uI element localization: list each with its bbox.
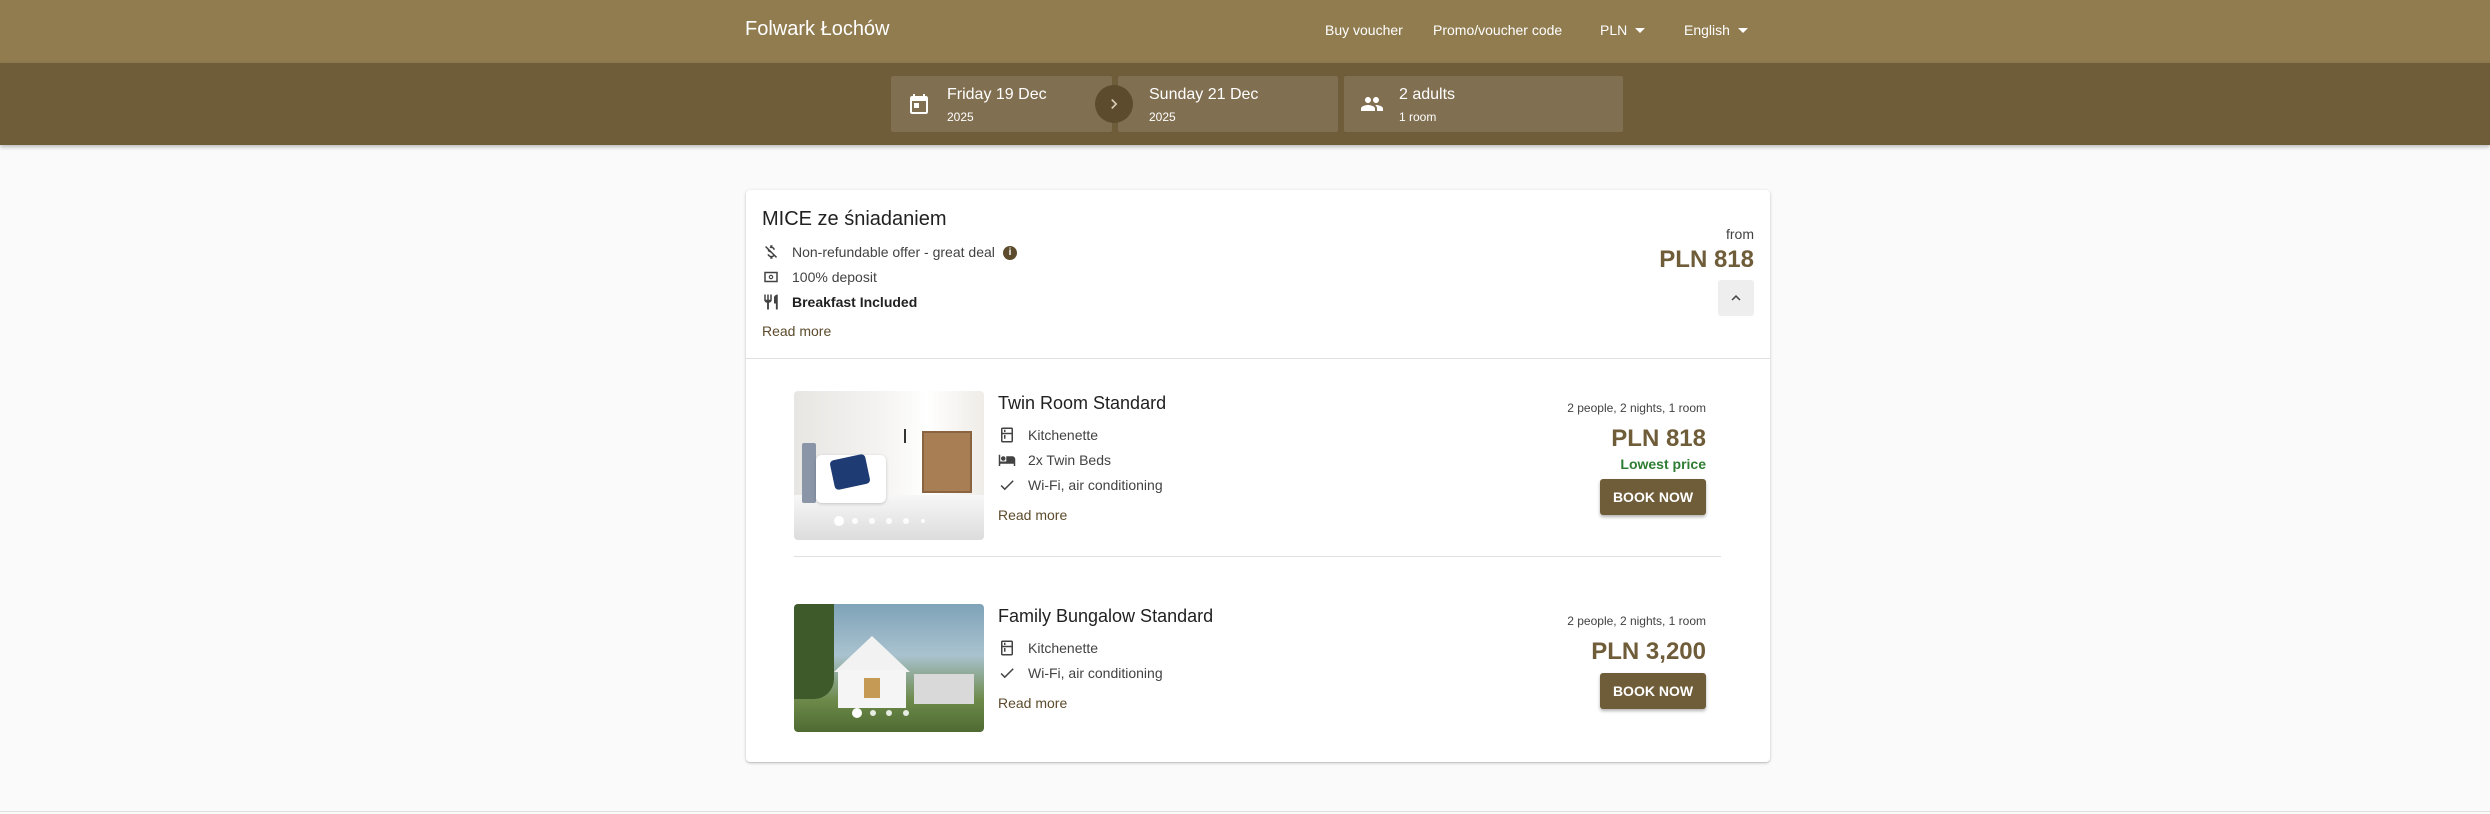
info-icon[interactable]: i [1003, 246, 1017, 260]
offer-price: PLN 818 [1659, 246, 1754, 273]
room-divider [794, 556, 1721, 557]
offer-feature-text: Breakfast Included [792, 294, 918, 310]
tree-shape [794, 604, 834, 699]
promo-code-link[interactable]: Promo/voucher code [1433, 22, 1562, 38]
room-feature-text: Kitchenette [1028, 427, 1099, 443]
room-read-more-link[interactable]: Read more [998, 507, 1067, 523]
book-now-button[interactable]: BOOK NOW [1600, 673, 1706, 709]
neighbour-house-shape [914, 674, 974, 704]
book-now-button[interactable]: BOOK NOW [1600, 479, 1706, 515]
footer-divider [0, 811, 2490, 812]
brand-name[interactable]: Folwark Łochów [745, 18, 890, 41]
offer-feature-text: Non-refundable offer - great deal [792, 244, 995, 260]
currency-label: PLN [1600, 22, 1628, 38]
top-bar: Folwark Łochów Buy voucher Promo/voucher… [0, 0, 2490, 63]
no-money-back-icon [765, 245, 778, 259]
carousel-dot-active[interactable] [834, 516, 844, 526]
fork-knife-icon [764, 294, 778, 310]
shelf-shape [922, 431, 972, 493]
chevron-up-icon [1731, 295, 1741, 301]
roof-shape [834, 636, 910, 672]
check-icon [1000, 668, 1014, 679]
offer-title: MICE ze śniadaniem [762, 208, 947, 230]
room-feature-text: Wi-Fi, air conditioning [1028, 477, 1163, 493]
cash-deposit-icon [764, 271, 778, 283]
carousel-dot[interactable] [903, 710, 909, 716]
window-shape [864, 678, 880, 698]
carousel-dot-active[interactable] [852, 708, 862, 718]
room-feature-text: Wi-Fi, air conditioning [1028, 665, 1163, 681]
calendar-icon [910, 94, 928, 114]
checkout-year: 2025 [1149, 110, 1176, 124]
room-read-more-link[interactable]: Read more [998, 695, 1067, 711]
buy-voucher-link[interactable]: Buy voucher [1325, 22, 1403, 38]
check-icon [1000, 480, 1014, 491]
carousel-dot[interactable] [886, 710, 892, 716]
kitchen-icon [1001, 640, 1013, 656]
lamp-shape [904, 429, 906, 443]
checkin-year: 2025 [947, 110, 974, 124]
chevron-right-icon [1111, 99, 1118, 109]
offer-divider [746, 358, 1770, 359]
language-select[interactable]: English [1684, 22, 1748, 38]
room-title[interactable]: Twin Room Standard [998, 393, 1166, 414]
carousel-dot[interactable] [852, 518, 858, 524]
room-meta: 2 people, 2 nights, 1 room [1567, 614, 1706, 628]
collapse-button[interactable] [1718, 280, 1754, 316]
caret-down-icon [1635, 28, 1646, 33]
lowest-price-badge: Lowest price [1620, 456, 1706, 472]
currency-select[interactable]: PLN [1600, 22, 1646, 38]
rooms-count: 1 room [1399, 110, 1437, 124]
checkin-date-picker[interactable]: Friday 19 Dec 2025 [891, 76, 1112, 132]
carousel-dot[interactable] [886, 518, 892, 524]
guests-count: 2 adults [1399, 86, 1456, 103]
room-price: PLN 818 [1611, 425, 1706, 452]
carousel-dots [794, 516, 984, 526]
checkout-date-picker[interactable]: Sunday 21 Dec 2025 [1118, 76, 1338, 132]
language-label: English [1684, 22, 1730, 38]
carousel-dot[interactable] [903, 518, 909, 524]
guests-picker[interactable]: 2 adults 1 room [1344, 76, 1623, 132]
offer-feature-text: 100% deposit [792, 269, 877, 285]
people-icon [1361, 97, 1383, 111]
room-title[interactable]: Family Bungalow Standard [998, 606, 1213, 627]
room-photo-carousel[interactable] [794, 604, 984, 732]
carousel-dot[interactable] [869, 518, 875, 524]
kitchen-icon [1001, 427, 1013, 443]
offer-card: MICE ze śniadaniem Non-refundable offer … [746, 190, 1770, 762]
headboard-shape [802, 443, 816, 503]
room-photo-carousel[interactable] [794, 391, 984, 540]
bed-icon [998, 454, 1016, 466]
checkin-day: Friday 19 Dec [947, 86, 1047, 103]
caret-down-icon [1737, 28, 1748, 33]
carousel-dot[interactable] [870, 710, 876, 716]
date-range-arrow [1095, 85, 1133, 123]
checkout-day: Sunday 21 Dec [1149, 86, 1259, 103]
from-label: from [1726, 226, 1754, 242]
offer-read-more-link[interactable]: Read more [762, 323, 831, 339]
room-meta: 2 people, 2 nights, 1 room [1567, 401, 1706, 415]
room-price: PLN 3,200 [1591, 638, 1706, 665]
room-feature-text: 2x Twin Beds [1028, 452, 1112, 468]
carousel-dot[interactable] [921, 519, 925, 523]
search-bar: Friday 19 Dec 2025 Sunday 21 Dec 2025 2 … [0, 63, 2490, 145]
room-feature-text: Kitchenette [1028, 640, 1099, 656]
carousel-dots [794, 708, 984, 718]
